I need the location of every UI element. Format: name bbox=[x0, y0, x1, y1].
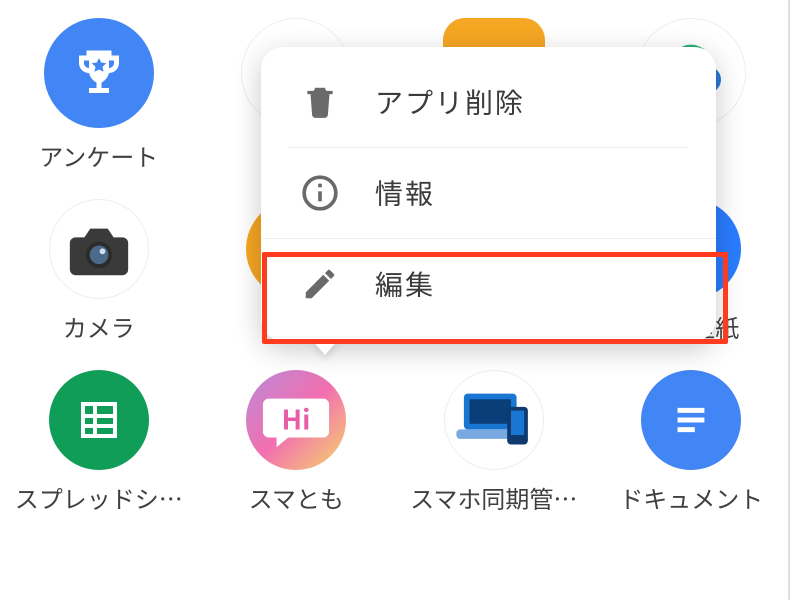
app-label: スマとも bbox=[249, 480, 344, 515]
app-label: スマホ同期管… bbox=[410, 480, 577, 515]
svg-text:Hi: Hi bbox=[282, 398, 311, 438]
camera-icon bbox=[64, 219, 134, 279]
trash-icon bbox=[299, 81, 341, 123]
app-camera[interactable]: カメラ bbox=[4, 199, 194, 344]
pc-sync-icon bbox=[456, 388, 532, 452]
app-context-menu: アプリ削除 情報 編集 bbox=[261, 47, 716, 341]
app-label: スプレッドシ… bbox=[15, 480, 183, 515]
popup-pointer bbox=[311, 339, 339, 355]
app-phone-sync[interactable]: スマホ同期管… bbox=[399, 370, 589, 515]
app-label: ドキュメント bbox=[619, 480, 763, 515]
menu-label: 情報 bbox=[375, 173, 435, 213]
trophy-icon bbox=[69, 43, 129, 103]
app-label: カメラ bbox=[63, 309, 135, 344]
page-edge bbox=[788, 0, 790, 600]
chat-hi-icon: Hi bbox=[261, 390, 331, 450]
menu-edit-app[interactable]: 編集 bbox=[261, 238, 716, 329]
pencil-icon bbox=[299, 263, 341, 305]
app-documents[interactable]: ドキュメント bbox=[596, 370, 786, 515]
menu-label: アプリ削除 bbox=[375, 82, 525, 122]
app-smatomo[interactable]: Hi スマとも bbox=[201, 370, 391, 515]
app-survey[interactable]: アンケート bbox=[4, 18, 194, 173]
app-label: アンケート bbox=[39, 138, 158, 173]
spreadsheet-icon bbox=[75, 396, 123, 444]
menu-delete-app[interactable]: アプリ削除 bbox=[261, 57, 716, 147]
info-icon bbox=[299, 172, 341, 214]
app-spreadsheet[interactable]: スプレッドシ… bbox=[4, 370, 194, 515]
document-icon bbox=[668, 397, 714, 443]
menu-label: 編集 bbox=[375, 264, 435, 304]
menu-app-info[interactable]: 情報 bbox=[261, 148, 716, 238]
